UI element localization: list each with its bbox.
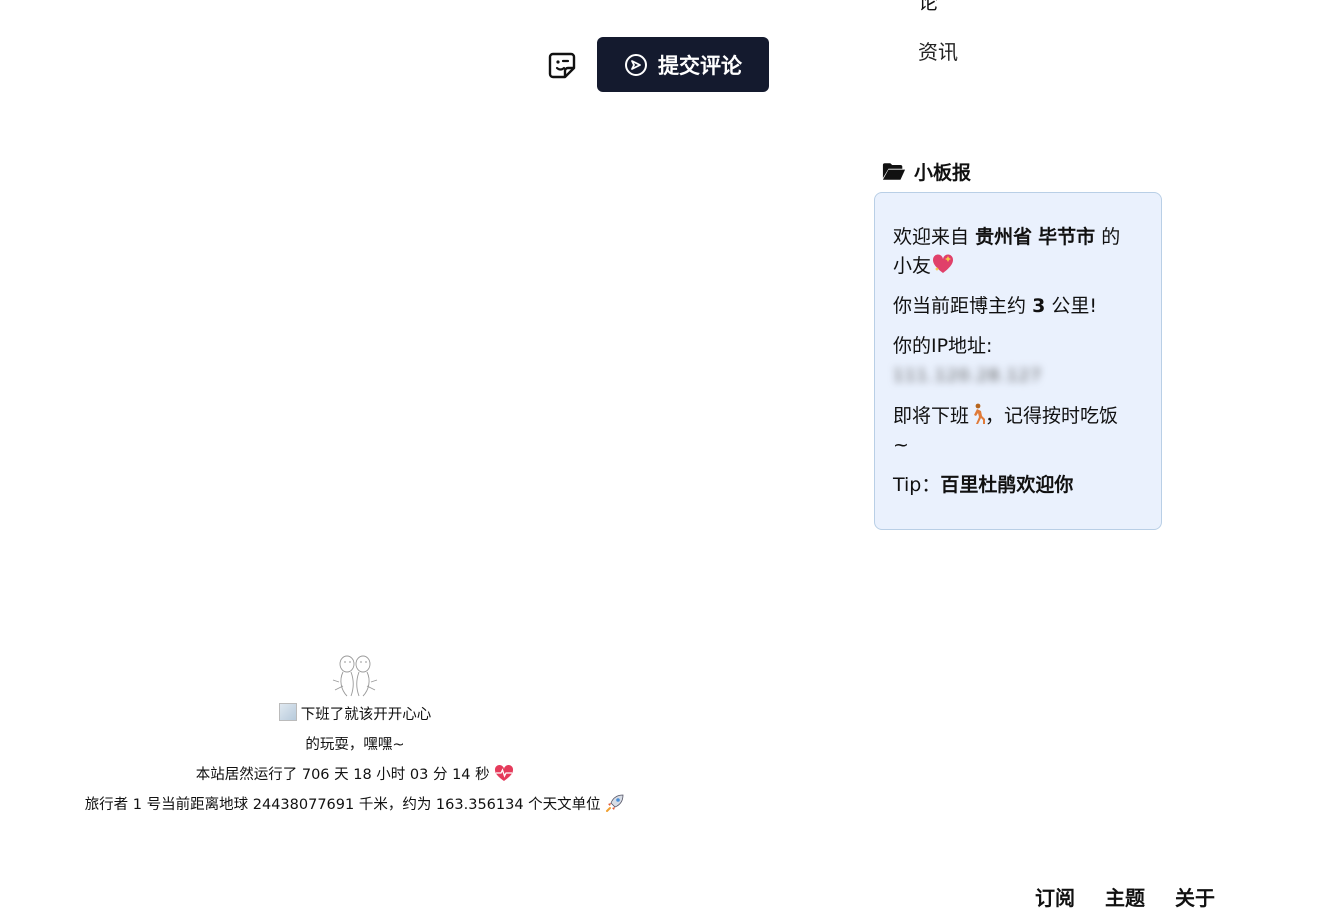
offwork-reminder: ，记得按时吃饭 [985,405,1119,427]
nav-item-news[interactable]: 资讯 [918,36,958,65]
heartbeat-icon [495,764,514,781]
offwork-line: 即将下班 ，记得按时吃饭 ~ [893,402,1143,460]
footer-image-caption: 下班了就该开开心心 [0,700,710,730]
runtime-text: 本站居然运行了 706 天 18 小时 03 分 14 秒 [195,767,490,783]
ip-line: 你的IP地址: 111.120.28.127 [893,332,1143,391]
site-footer: 下班了就该开开心心 的玩耍，嘿嘿~ 本站居然运行了 706 天 18 小时 03… [0,650,710,820]
welcome-suffix: 的 [1101,226,1121,248]
submit-comment-label: 提交评论 [658,53,742,78]
site-runtime: 本站居然运行了 706 天 18 小时 03 分 14 秒 [0,760,710,790]
broken-image-icon [278,703,297,721]
bottom-nav-subscribe[interactable]: 订阅 [1035,882,1075,911]
bottom-nav-theme[interactable]: 主题 [1105,882,1145,911]
distance-suffix: 公里! [1051,295,1097,317]
offwork-text: 即将下班 [893,405,970,427]
walking-person-icon [974,403,986,424]
sparkling-heart-icon [932,254,954,273]
welcome-friend: 小友 [893,255,932,277]
tip-label: Tip： [893,474,941,496]
board-title-label: 小板报 [914,162,972,184]
welcome-prefix: 欢迎来自 [893,226,970,248]
image-alt-text: 下班了就该开开心心 [300,707,432,723]
folder-open-icon [882,163,906,180]
nav-item-cut[interactable]: 论 [918,0,938,15]
voyager-distance: 旅行者 1 号当前距离地球 24438077691 千米，约为 163.3561… [0,790,710,820]
voyager-text: 旅行者 1 号当前距离地球 24438077691 千米，约为 163.3561… [84,797,601,813]
distance-value: 3 [1032,295,1046,317]
footer-image-caption-2: 的玩耍，嘿嘿~ [305,737,405,753]
distance-prefix: 你当前距博主约 [893,295,1027,317]
sticker-icon[interactable] [546,49,578,81]
tip-line: Tip：百里杜鹃欢迎你 [893,471,1143,500]
board-title: 小板报 [882,158,971,185]
send-icon [625,53,647,76]
sketch-illustration [332,655,378,697]
ip-value: 111.120.28.127 [893,366,1043,386]
city: 毕节市 [1038,226,1096,248]
welcome-line: 欢迎来自 贵州省 毕节市 的 小友 [893,223,1143,281]
ip-label: 你的IP地址: [893,335,993,357]
rocket-icon [606,794,624,812]
bottom-nav: 订阅 主题 关于 [1035,882,1215,911]
tip-value: 百里杜鹃欢迎你 [940,474,1074,496]
offwork-tilde: ~ [893,434,909,456]
province: 贵州省 [975,226,1033,248]
submit-comment-button[interactable]: 提交评论 [597,37,769,92]
bottom-nav-about[interactable]: 关于 [1175,882,1215,911]
distance-line: 你当前距博主约 3 公里! [893,292,1143,321]
board-card: 欢迎来自 贵州省 毕节市 的 小友 你当前距博主约 3 公里! 你的IP地址: … [874,192,1162,530]
